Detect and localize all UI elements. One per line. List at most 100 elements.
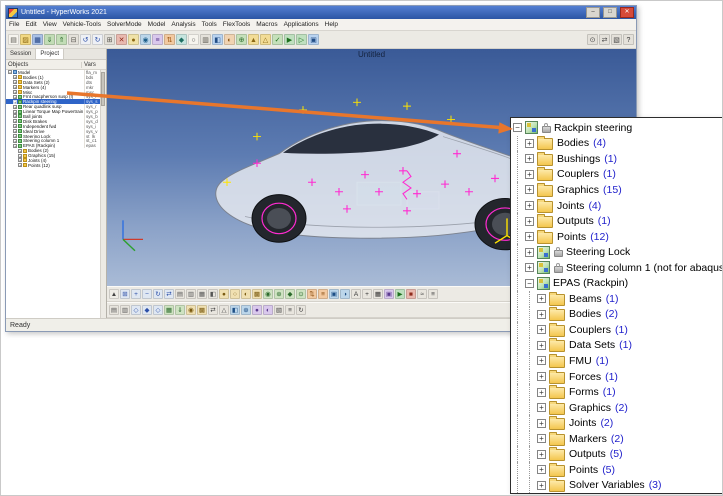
shaded-mode-icon[interactable]: ● — [219, 289, 229, 299]
vars-column-header[interactable]: Vars — [81, 62, 106, 68]
project-browser-toggle-icon[interactable]: ▥ — [120, 305, 130, 315]
entity-joints-icon[interactable]: ⊕ — [274, 289, 284, 299]
tree-expander-icon[interactable]: + — [13, 144, 17, 148]
tree-expander-icon[interactable]: + — [537, 419, 546, 428]
tree-expander-icon[interactable]: + — [537, 356, 546, 365]
measure-icon[interactable]: ⇄ — [599, 34, 610, 45]
overlay-tree-row[interactable]: +Points(5) — [511, 462, 722, 478]
explode-view-icon[interactable]: ⊕ — [241, 305, 251, 315]
animate-icon[interactable]: ▷ — [296, 34, 307, 45]
export-icon[interactable]: ⇑ — [56, 34, 67, 45]
grid-toggle-icon[interactable]: ▦ — [373, 289, 383, 299]
zoom-in-icon[interactable]: + — [131, 289, 141, 299]
overlay-tree-row[interactable]: +Outputs(1) — [511, 213, 722, 229]
menu-edit[interactable]: Edit — [25, 21, 36, 28]
menu-vehicle-tools[interactable]: Vehicle-Tools — [63, 21, 101, 28]
overlay-tree-row[interactable]: +Couplers(1) — [511, 322, 722, 338]
overlay-tree-row[interactable]: +Bodies(2) — [511, 307, 722, 323]
front-view-icon[interactable]: ▤ — [175, 289, 185, 299]
axes-toggle-icon[interactable]: + — [362, 289, 372, 299]
labels-toggle-icon[interactable]: A — [351, 289, 361, 299]
entity-bodies-icon[interactable]: ◉ — [263, 289, 273, 299]
undo-icon[interactable]: ↺ — [80, 34, 91, 45]
fit-view-icon[interactable]: ⊞ — [120, 289, 130, 299]
tree-expander-icon[interactable]: + — [13, 139, 17, 143]
tree-expander-icon[interactable]: + — [537, 403, 546, 412]
tree-expander-icon[interactable]: + — [13, 90, 17, 94]
zoom-out-icon[interactable]: − — [142, 289, 152, 299]
overlay-tree-row[interactable]: +Data Sets(1) — [511, 338, 722, 354]
tree-expander-icon[interactable]: + — [537, 481, 546, 490]
refresh-graphics-icon[interactable]: ↻ — [296, 305, 306, 315]
tree-expander-icon[interactable]: + — [525, 263, 534, 272]
overlay-tree-row[interactable]: +Solver Variables(3) — [511, 478, 722, 494]
animation-stop-icon[interactable]: ■ — [406, 289, 416, 299]
tree-expander-icon[interactable]: + — [537, 325, 546, 334]
menu-analysis[interactable]: Analysis — [171, 21, 195, 28]
open-model-icon[interactable]: ▨ — [20, 34, 31, 45]
tree-expander-icon[interactable]: + — [525, 154, 534, 163]
bodies-tool-icon[interactable]: ● — [128, 34, 139, 45]
springs-tool-icon[interactable]: ≡ — [152, 34, 163, 45]
snap-icon[interactable]: ⊙ — [587, 34, 598, 45]
overlay-tree-row[interactable]: +FMU(1) — [511, 353, 722, 369]
overlay-tree-row[interactable]: +Forces(1) — [511, 369, 722, 385]
tree-expander-icon[interactable]: + — [537, 310, 546, 319]
tree-expander-icon[interactable]: + — [525, 201, 534, 210]
plot-icon[interactable]: ▣ — [308, 34, 319, 45]
cg-display-icon[interactable]: ◐ — [263, 305, 273, 315]
xy-plane-icon[interactable]: ◇ — [131, 305, 141, 315]
overlay-tree-row[interactable]: +Points(12) — [511, 229, 722, 245]
overlay-tree-row[interactable]: +Joints(2) — [511, 415, 722, 431]
overlay-tree-row[interactable]: +Outputs(5) — [511, 446, 722, 462]
tree-expander-icon[interactable]: + — [525, 217, 534, 226]
overlay-tree-row[interactable]: +Markers(2) — [511, 431, 722, 447]
tree-expander-icon[interactable]: + — [525, 248, 534, 257]
help-icon[interactable]: ? — [623, 34, 634, 45]
overlay-tree-row[interactable]: +Joints(4) — [511, 198, 722, 214]
menu-view[interactable]: View — [43, 21, 57, 28]
mesh-lines-icon[interactable]: ▩ — [252, 289, 262, 299]
tree-expander-icon[interactable]: + — [13, 114, 17, 118]
systems-tool-icon[interactable]: ⊕ — [236, 34, 247, 45]
print-icon[interactable]: ⊟ — [68, 34, 79, 45]
browser-scrollbar[interactable] — [100, 70, 106, 318]
entity-markers-icon[interactable]: ◆ — [285, 289, 295, 299]
tree-expander-icon[interactable]: + — [13, 80, 17, 84]
trace-icon[interactable]: ≈ — [417, 289, 427, 299]
overlay-tree-row[interactable]: −EPAS (Rackpin) — [511, 275, 722, 291]
menu-file[interactable]: File — [9, 21, 19, 28]
select-icon[interactable]: ▲ — [109, 289, 119, 299]
titlebar[interactable]: Untitled - HyperWorks 2021 – □ ✕ — [6, 6, 636, 19]
tree-expander-icon[interactable]: + — [537, 294, 546, 303]
flex-body-icon[interactable]: ▩ — [197, 305, 207, 315]
tree-expander-icon[interactable]: + — [525, 139, 534, 148]
tree-expander-icon[interactable]: + — [13, 95, 17, 99]
run-solver-icon[interactable]: ▶ — [284, 34, 295, 45]
overlay-tree-row[interactable]: +Graphics(2) — [511, 400, 722, 416]
tree-expander-icon[interactable]: + — [537, 388, 546, 397]
new-session-icon[interactable]: ▤ — [8, 34, 19, 45]
entity-forces-icon[interactable]: ⇅ — [307, 289, 317, 299]
assembly-wizard-icon[interactable]: ▲ — [248, 34, 259, 45]
datasets-tool-icon[interactable]: ▥ — [200, 34, 211, 45]
overlay-tree-row[interactable]: +Forms(1) — [511, 384, 722, 400]
side-view-icon[interactable]: ▦ — [197, 289, 207, 299]
tree-expander-icon[interactable]: + — [537, 465, 546, 474]
redo-icon[interactable]: ↻ — [92, 34, 103, 45]
mass-info-icon[interactable]: ● — [252, 305, 262, 315]
tree-expander-icon[interactable]: + — [537, 450, 546, 459]
tree-expander-icon[interactable]: + — [537, 434, 546, 443]
menu-help[interactable]: Help — [325, 21, 338, 28]
xz-plane-icon[interactable]: ◆ — [142, 305, 152, 315]
scrollbar-thumb[interactable] — [101, 72, 105, 106]
menu-solvermode[interactable]: SolverMode — [107, 21, 142, 28]
minimize-button[interactable]: – — [586, 7, 600, 18]
entity-graphics-icon[interactable]: ▣ — [329, 289, 339, 299]
notes-display-icon[interactable]: ▧ — [274, 305, 284, 315]
tree-expander-icon[interactable]: + — [13, 75, 17, 79]
overlay-tree-row[interactable]: +Steering Lock — [511, 244, 722, 260]
tree-expander-icon[interactable]: + — [13, 129, 17, 133]
ground-toggle-icon[interactable]: ▦ — [164, 305, 174, 315]
check-model-icon[interactable]: ✓ — [272, 34, 283, 45]
